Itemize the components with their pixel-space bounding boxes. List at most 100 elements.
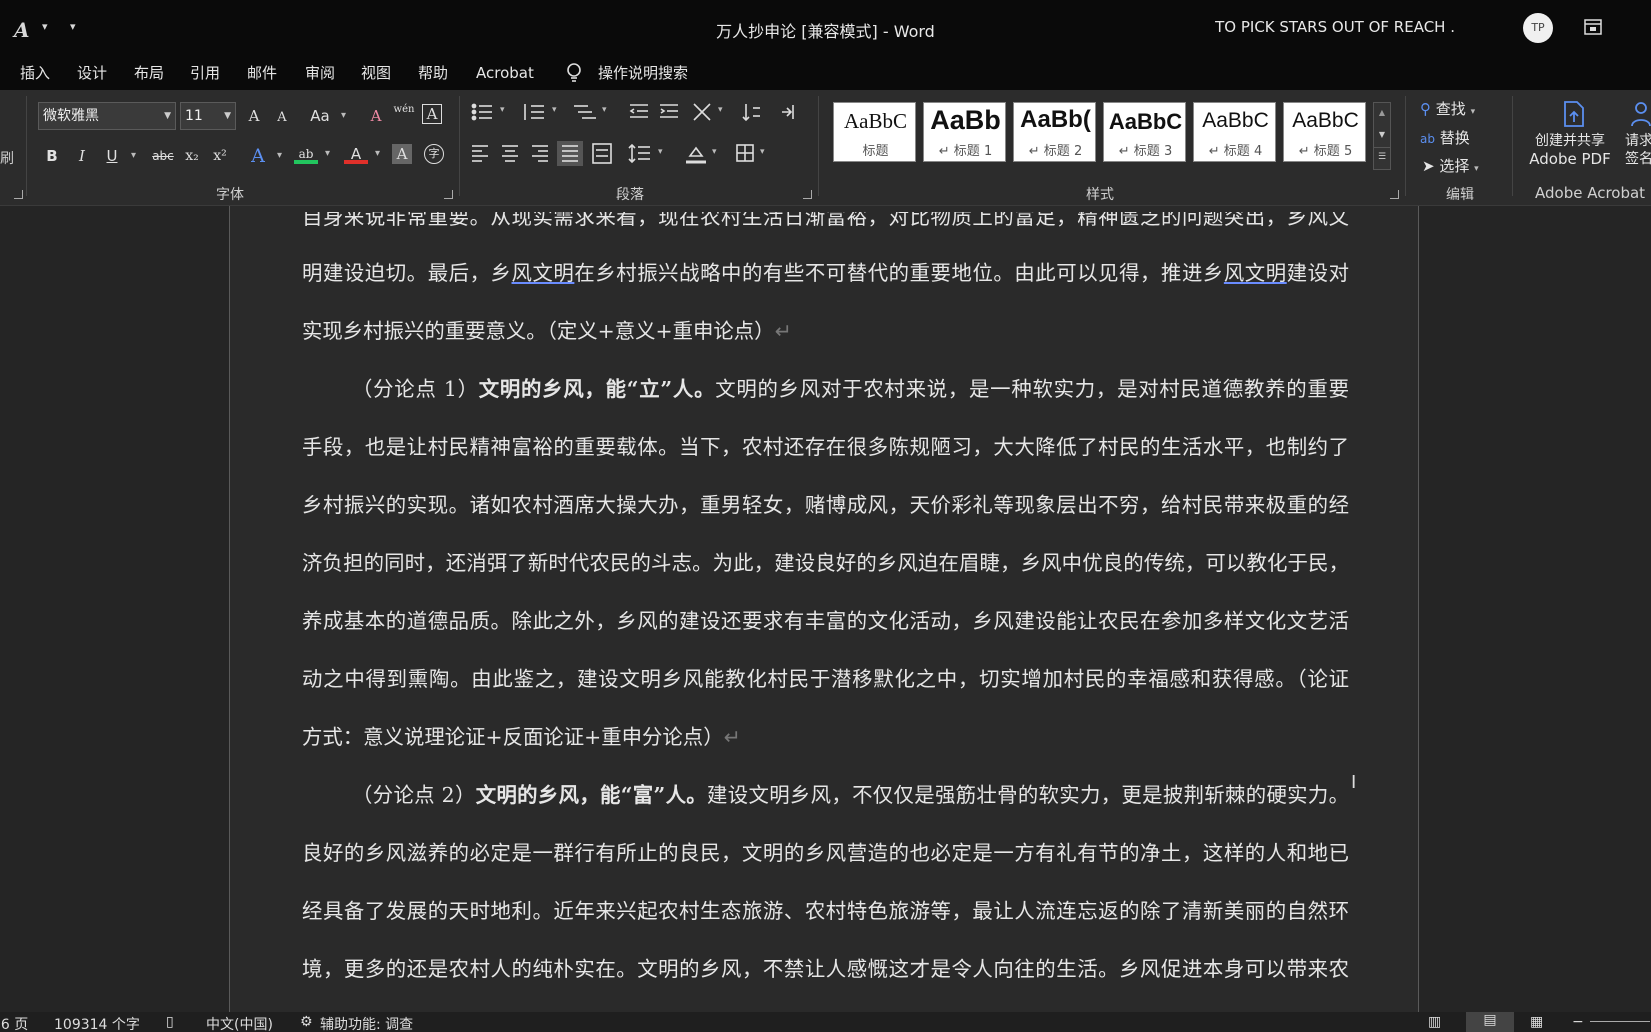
- styles-dialog-launcher[interactable]: [1390, 190, 1399, 199]
- text-effects-button[interactable]: A: [246, 144, 282, 168]
- text-line[interactable]: 明建设迫切。最后，乡风文明在乡村振兴战略中的有些不可替代的重要地位。由此可以见得…: [302, 256, 1349, 286]
- text-line[interactable]: 实现乡村振兴的重要意义。（定义+意义+重申论点）↵: [302, 314, 1349, 344]
- paragraph-1-first-line[interactable]: （分论点 1）文明的乡风，能“立”人。文明的乡风对于农村来说，是一种软实力，是对…: [352, 372, 1349, 402]
- language-status[interactable]: 中文(中国): [206, 1014, 273, 1032]
- account-name[interactable]: TO PICK STARS OUT OF REACH .: [1215, 18, 1455, 36]
- justify-icon: [557, 141, 583, 166]
- svg-text:▾: ▾: [658, 147, 663, 157]
- ribbon-separator: [459, 96, 460, 196]
- page-count[interactable]: 26 页: [0, 1014, 28, 1032]
- highlight-color-button[interactable]: ab: [294, 142, 330, 166]
- styles-group-label: 样式: [1086, 187, 1114, 203]
- chevron-down-icon: ▼: [164, 111, 171, 121]
- chevron-down-icon: ▾: [1470, 107, 1476, 117]
- accessibility-icon: ⚙: [300, 1014, 313, 1030]
- font-size-combo[interactable]: 11 ▼: [180, 102, 236, 130]
- bold-button[interactable]: B: [40, 144, 64, 168]
- word-count[interactable]: 109314 个字: [54, 1014, 140, 1032]
- text-line[interactable]: 良好的乡风滋养的必定是一群行有所止的良民，文明的乡风营造的也必定是一方有礼有节的…: [302, 836, 1349, 866]
- font-name-value: 微软雅黑: [43, 108, 99, 124]
- ribbon-separator: [1405, 96, 1406, 196]
- proofing-icon[interactable]: ▯: [166, 1014, 174, 1030]
- style-heading-2[interactable]: AaBb( ↵ 标题 2: [1013, 102, 1096, 162]
- ribbon-separator: [1512, 96, 1513, 196]
- svg-text:▾: ▾: [602, 105, 607, 115]
- acrobat-group-label: Adobe Acrobat: [1535, 184, 1646, 202]
- tab-insert[interactable]: 插入: [20, 61, 50, 85]
- avatar[interactable]: TP: [1523, 13, 1553, 43]
- styles-more-icon[interactable]: ☰: [1374, 147, 1390, 166]
- font-name-combo[interactable]: 微软雅黑 ▼: [38, 102, 176, 130]
- font-size-value: 11: [185, 108, 203, 124]
- tab-mailings[interactable]: 邮件: [247, 61, 277, 85]
- replace-button[interactable]: ab 替换: [1420, 127, 1470, 148]
- read-mode-icon[interactable]: ▥: [1428, 1014, 1441, 1030]
- text-line[interactable]: 境，更多的还是农村人的纯朴实在。文明的乡风，不禁让人感慨这才是令人向往的生活。乡…: [302, 952, 1349, 982]
- underline-button[interactable]: U: [100, 144, 137, 168]
- tell-me-search[interactable]: 操作说明搜索: [598, 61, 688, 85]
- bullets-icon: [471, 103, 492, 121]
- clipboard-dialog-launcher[interactable]: [14, 190, 23, 199]
- web-layout-icon[interactable]: ▦: [1530, 1014, 1543, 1030]
- zoom-out-icon[interactable]: −: [1572, 1014, 1584, 1030]
- select-button[interactable]: ➤ 选择 ▾: [1422, 155, 1479, 176]
- paragraph-group-label: 段落: [616, 187, 644, 203]
- tab-references[interactable]: 引用: [190, 61, 220, 85]
- tab-review[interactable]: 审阅: [305, 61, 335, 85]
- clipboard-fragment[interactable]: 刷: [0, 148, 14, 168]
- font-dialog-launcher[interactable]: [444, 190, 453, 199]
- align-right-icon: [532, 145, 548, 162]
- tab-acrobat[interactable]: Acrobat: [476, 61, 534, 85]
- scroll-down-icon[interactable]: ▼: [1374, 123, 1390, 147]
- zoom-slider[interactable]: [1590, 1021, 1650, 1022]
- paragraph-mark: ↵: [723, 725, 741, 749]
- tab-help[interactable]: 帮助: [418, 61, 448, 85]
- text-line[interactable]: 方式：意义说理论证+反面论证+重申分论点）↵: [302, 720, 1349, 750]
- text-line[interactable]: 动之中得到熏陶。由此鉴之，建设文明乡风能教化村民于潜移默化之中，切实增加村民的幸…: [302, 662, 1349, 692]
- ribbon-tabs: 插入 设计 布局 引用 邮件 审阅 视图 帮助 Acrobat 操作说明搜索: [0, 56, 1651, 90]
- character-shading-button[interactable]: A: [392, 144, 412, 164]
- ribbon-display-options-icon[interactable]: [1583, 17, 1603, 37]
- change-case-button[interactable]: Aa: [306, 104, 346, 128]
- ribbon-separator: [818, 96, 819, 196]
- distributed-icon: [592, 143, 612, 164]
- tab-layout[interactable]: 布局: [134, 61, 164, 85]
- character-border-button[interactable]: A: [422, 104, 442, 124]
- ribbon: 刷 微软雅黑 ▼ 11 ▼ A A Aa A wén A B I U abc x…: [0, 90, 1651, 206]
- lightbulb-icon: [567, 63, 581, 82]
- enclose-characters-button[interactable]: 字: [424, 144, 444, 164]
- style-title[interactable]: AaBbC 标题: [833, 102, 916, 162]
- text-line[interactable]: 济负担的同时，还消弭了新时代农民的斗志。为此，建设良好的乡风迫在眉睫，乡风中优良…: [302, 546, 1349, 576]
- style-heading-1[interactable]: AaBb ↵ 标题 1: [923, 102, 1006, 162]
- strikethrough-button[interactable]: abc: [150, 144, 176, 168]
- title-bar: A ▾ ▾ 万人抄申论 [兼容模式] - Word TO PICK STARS …: [0, 0, 1651, 56]
- style-heading-4[interactable]: AaBbC ↵ 标题 4: [1193, 102, 1276, 162]
- text-line[interactable]: 养成基本的道德品质。除此之外，乡风的建设还要求有丰富的文化活动，乡风建设能让农民…: [302, 604, 1349, 634]
- style-heading-3[interactable]: AaBbC ↵ 标题 3: [1103, 102, 1186, 162]
- shrink-font-button[interactable]: A: [270, 106, 294, 130]
- paragraph-2-first-line[interactable]: （分论点 2）文明的乡风，能“富”人。建设文明乡风，不仅仅是强筋壮骨的软实力，更…: [352, 778, 1349, 808]
- phonetic-guide-button[interactable]: wén: [392, 104, 416, 128]
- tab-view[interactable]: 视图: [361, 61, 391, 85]
- font-color-button[interactable]: A: [344, 142, 380, 166]
- subscript-button[interactable]: x₂: [180, 144, 204, 168]
- text-line[interactable]: 乡村振兴的实现。诸如农村酒席大操大办，重男轻女，赌博成风，天价彩礼等现象层出不穷…: [302, 488, 1349, 518]
- request-signature-button[interactable]: 请求 签名: [1625, 132, 1651, 168]
- text-line[interactable]: 经具备了发展的天时地利。近年来兴起农村生态旅游、农村特色旅游等，最让人流连忘返的…: [302, 894, 1349, 924]
- text-line[interactable]: 手段，也是让村民精神富裕的重要载体。当下，农村还存在很多陈规陋习，大大降低了村民…: [302, 430, 1349, 460]
- borders-icon: [736, 144, 754, 162]
- svg-text:▾: ▾: [712, 147, 717, 157]
- italic-button[interactable]: I: [70, 144, 94, 168]
- grow-font-button[interactable]: A: [242, 104, 266, 128]
- print-layout-icon[interactable]: ▤: [1466, 1012, 1514, 1032]
- paragraph-dialog-launcher[interactable]: [803, 190, 812, 199]
- accessibility-status[interactable]: 辅助功能: 调查: [320, 1014, 413, 1032]
- create-share-pdf-button[interactable]: 创建并共享 Adobe PDF: [1515, 132, 1625, 168]
- tab-design[interactable]: 设计: [77, 61, 107, 85]
- superscript-button[interactable]: x²: [208, 144, 232, 168]
- style-heading-5[interactable]: AaBbC ↵ 标题 5: [1283, 102, 1366, 162]
- styles-gallery-scroll[interactable]: ▲ ▼ ☰: [1373, 102, 1391, 170]
- find-button[interactable]: ⚲ 查找 ▾: [1420, 98, 1475, 119]
- clear-formatting-button[interactable]: A: [364, 104, 388, 128]
- scroll-up-icon[interactable]: ▲: [1374, 103, 1390, 123]
